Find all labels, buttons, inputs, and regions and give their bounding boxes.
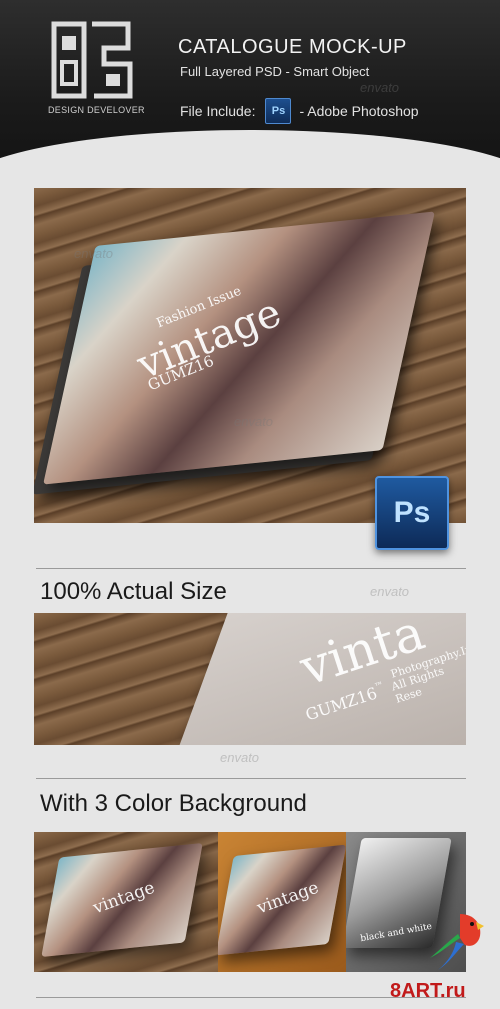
- header-banner: DESIGN DEVELOVER CATALOGUE MOCK-UP Full …: [0, 0, 500, 165]
- watermark: envato: [360, 80, 400, 95]
- divider: [36, 568, 466, 569]
- site-watermark-text: 8ART.ru: [390, 980, 466, 1002]
- thumbnail-wood-light: vintage: [218, 832, 346, 972]
- watermark: envato: [370, 584, 410, 599]
- section-title-actual-size: 100% Actual Size: [40, 578, 227, 605]
- file-app-label: - Adobe Photoshop: [299, 103, 419, 119]
- file-include-label: File Include:: [180, 103, 256, 119]
- hero-mockup-image: Fashion Issue vintage GUMZ16 envato enva…: [34, 188, 466, 523]
- section-title-color-backgrounds: With 3 Color Background: [40, 790, 307, 817]
- watermark: envato: [74, 246, 114, 261]
- watermark: envato: [234, 414, 274, 429]
- photoshop-badge-icon: Ps: [375, 476, 449, 550]
- parrot-icon: [430, 914, 484, 970]
- watermark: envato: [220, 750, 260, 765]
- subtitle: Full Layered PSD - Smart Object: [180, 64, 370, 79]
- logo-caption: DESIGN DEVELOVER: [48, 105, 145, 115]
- photoshop-icon: Ps: [265, 98, 292, 124]
- page-title: CATALOGUE MOCK-UP: [178, 36, 407, 58]
- thumbnail-wood-dark: vintage: [34, 832, 218, 972]
- actual-size-image: vinta GUMZ16™ Photography.In All Rights …: [34, 613, 466, 745]
- logo-icon: [51, 21, 133, 99]
- file-include-line: File Include: Ps - Adobe Photoshop: [180, 98, 419, 124]
- divider: [36, 778, 466, 779]
